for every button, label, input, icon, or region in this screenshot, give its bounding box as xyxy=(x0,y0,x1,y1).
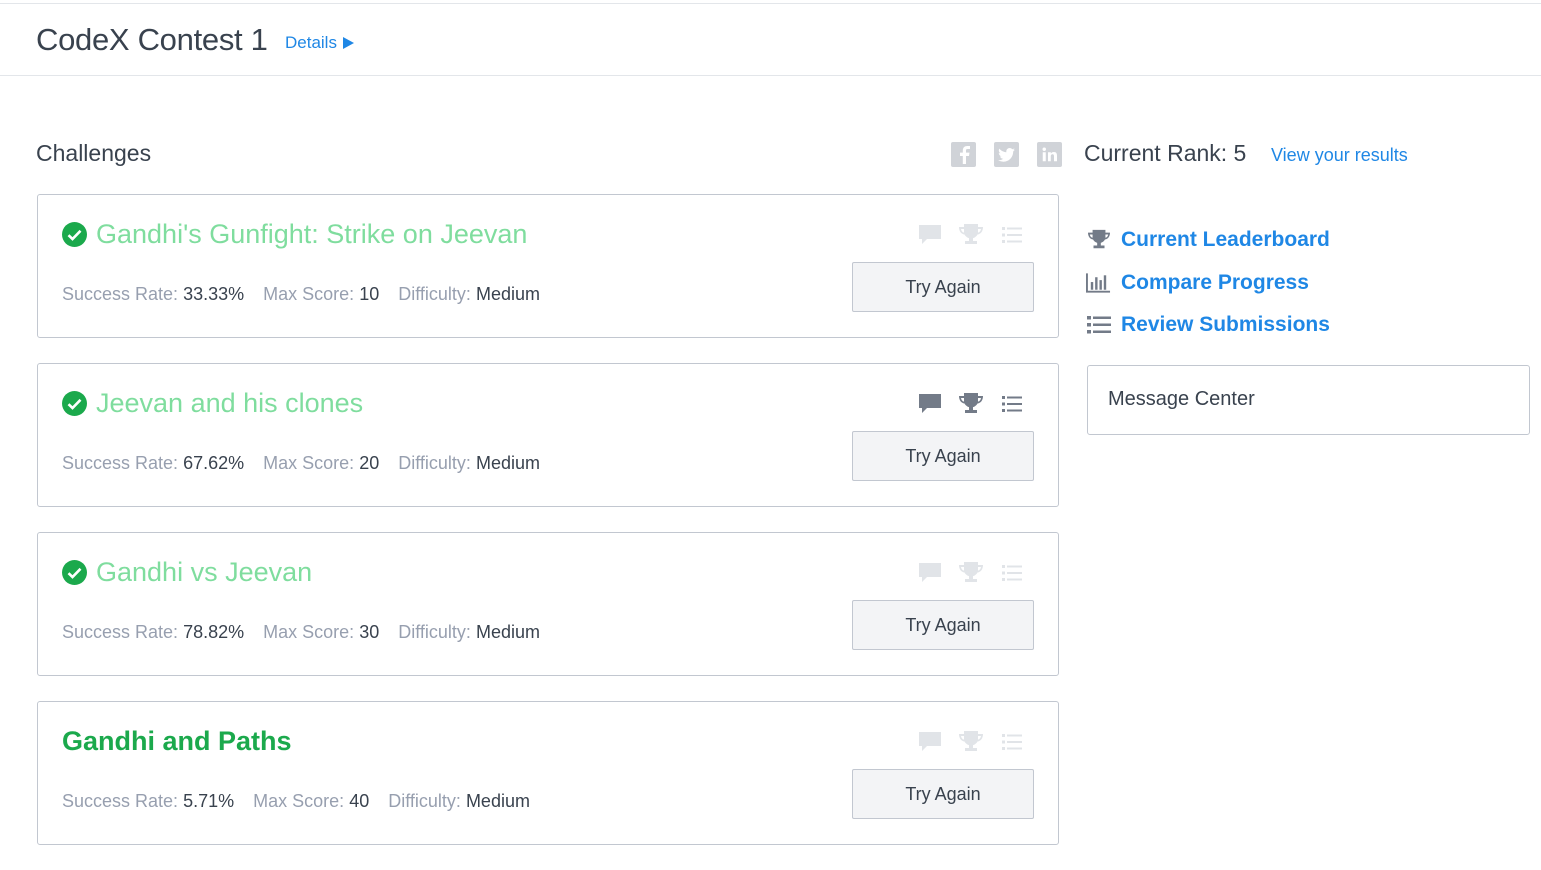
max-score-label: Max Score: xyxy=(253,791,345,811)
discussion-icon[interactable] xyxy=(917,391,943,417)
leaderboard-trophy-icon[interactable] xyxy=(958,729,984,755)
list-icon xyxy=(1086,312,1111,337)
success-rate-label: Success Rate: xyxy=(62,622,179,642)
leaderboard-trophy-icon[interactable] xyxy=(958,391,984,417)
success-rate-value: 78.82% xyxy=(183,622,245,642)
success-rate-label: Success Rate: xyxy=(62,453,179,473)
compare-progress-label: Compare Progress xyxy=(1121,270,1309,294)
challenge-meta: Success Rate: 5.71% Max Score: 40 Diffic… xyxy=(62,791,530,812)
try-again-button[interactable]: Try Again xyxy=(852,262,1034,312)
success-rate-value: 67.62% xyxy=(183,453,245,473)
current-rank: Current Rank: 5 xyxy=(1084,140,1247,166)
linkedin-share-button[interactable] xyxy=(1037,142,1062,167)
max-score-value: 30 xyxy=(359,622,380,642)
contest-title: CodeX Contest 1 xyxy=(36,22,268,57)
challenge-meta: Success Rate: 67.62% Max Score: 20 Diffi… xyxy=(62,453,540,474)
challenge-actions xyxy=(917,560,1040,586)
challenge-actions xyxy=(917,391,1040,417)
max-score-label: Max Score: xyxy=(263,453,355,473)
difficulty-value: Medium xyxy=(475,622,540,642)
message-center[interactable]: Message Center xyxy=(1087,365,1530,435)
challenge-title[interactable]: Gandhi and Paths xyxy=(62,726,292,757)
twitter-icon xyxy=(998,147,1015,162)
success-rate-value: 33.33% xyxy=(183,284,245,304)
submissions-list-icon[interactable] xyxy=(999,391,1025,417)
max-score-label: Max Score: xyxy=(263,284,355,304)
details-link[interactable]: Details xyxy=(285,33,354,53)
bar-chart-icon xyxy=(1086,270,1111,295)
max-score-value: 10 xyxy=(359,284,380,304)
difficulty-value: Medium xyxy=(475,453,540,473)
trophy-icon xyxy=(1086,227,1111,252)
challenges-heading: Challenges xyxy=(36,140,152,166)
check-circle-icon xyxy=(62,391,87,416)
submissions-list-icon[interactable] xyxy=(999,729,1025,755)
challenge-card: Jeevan and his clones Success Rate: 67.6… xyxy=(37,363,1059,507)
contest-header: CodeX Contest 1 Details xyxy=(0,3,1541,76)
leaderboard-trophy-icon[interactable] xyxy=(958,560,984,586)
facebook-share-button[interactable] xyxy=(951,142,976,167)
leaderboard-trophy-icon[interactable] xyxy=(958,222,984,248)
difficulty-label: Difficulty: xyxy=(388,791,461,811)
difficulty-label: Difficulty: xyxy=(398,622,471,642)
challenge-card: Gandhi vs Jeevan Success Rate: 78.82% Ma… xyxy=(37,532,1059,676)
challenge-name: Gandhi's Gunfight: Strike on Jeevan xyxy=(96,219,528,249)
current-leaderboard-label: Current Leaderboard xyxy=(1121,227,1330,251)
challenge-actions xyxy=(917,729,1040,755)
check-circle-icon xyxy=(62,560,87,585)
difficulty-label: Difficulty: xyxy=(398,284,471,304)
challenge-card: Gandhi and Paths Success Rate: 5.71% Max… xyxy=(37,701,1059,845)
challenge-name: Jeevan and his clones xyxy=(96,388,364,418)
message-center-title: Message Center xyxy=(1108,388,1255,410)
challenge-name: Gandhi vs Jeevan xyxy=(96,557,313,587)
success-rate-label: Success Rate: xyxy=(62,284,179,304)
challenge-title[interactable]: Gandhi's Gunfight: Strike on Jeevan xyxy=(62,219,527,250)
difficulty-value: Medium xyxy=(475,284,540,304)
discussion-icon[interactable] xyxy=(917,729,943,755)
max-score-value: 40 xyxy=(349,791,370,811)
try-again-button[interactable]: Try Again xyxy=(852,600,1034,650)
play-triangle-icon xyxy=(342,37,354,49)
twitter-share-button[interactable] xyxy=(994,142,1019,167)
challenge-actions xyxy=(917,222,1040,248)
max-score-value: 20 xyxy=(359,453,380,473)
difficulty-label: Difficulty: xyxy=(398,453,471,473)
details-label: Details xyxy=(285,33,337,52)
try-again-button[interactable]: Try Again xyxy=(852,769,1034,819)
current-leaderboard-link[interactable]: Current Leaderboard xyxy=(1086,227,1330,252)
challenge-name: Gandhi and Paths xyxy=(62,726,292,756)
challenge-meta: Success Rate: 33.33% Max Score: 10 Diffi… xyxy=(62,284,540,305)
check-circle-icon xyxy=(62,222,87,247)
success-rate-label: Success Rate: xyxy=(62,791,179,811)
discussion-icon[interactable] xyxy=(917,222,943,248)
linkedin-icon xyxy=(1042,147,1057,162)
challenge-meta: Success Rate: 78.82% Max Score: 30 Diffi… xyxy=(62,622,540,643)
review-submissions-label: Review Submissions xyxy=(1121,312,1330,336)
success-rate-value: 5.71% xyxy=(183,791,235,811)
review-submissions-link[interactable]: Review Submissions xyxy=(1086,312,1330,337)
submissions-list-icon[interactable] xyxy=(999,560,1025,586)
submissions-list-icon[interactable] xyxy=(999,222,1025,248)
max-score-label: Max Score: xyxy=(263,622,355,642)
difficulty-value: Medium xyxy=(465,791,530,811)
discussion-icon[interactable] xyxy=(917,560,943,586)
try-again-button[interactable]: Try Again xyxy=(852,431,1034,481)
challenge-card: Gandhi's Gunfight: Strike on Jeevan Succ… xyxy=(37,194,1059,338)
challenge-title[interactable]: Jeevan and his clones xyxy=(62,388,363,419)
challenge-title[interactable]: Gandhi vs Jeevan xyxy=(62,557,312,588)
facebook-icon xyxy=(959,145,970,164)
view-results-link[interactable]: View your results xyxy=(1271,145,1408,166)
compare-progress-link[interactable]: Compare Progress xyxy=(1086,270,1309,295)
